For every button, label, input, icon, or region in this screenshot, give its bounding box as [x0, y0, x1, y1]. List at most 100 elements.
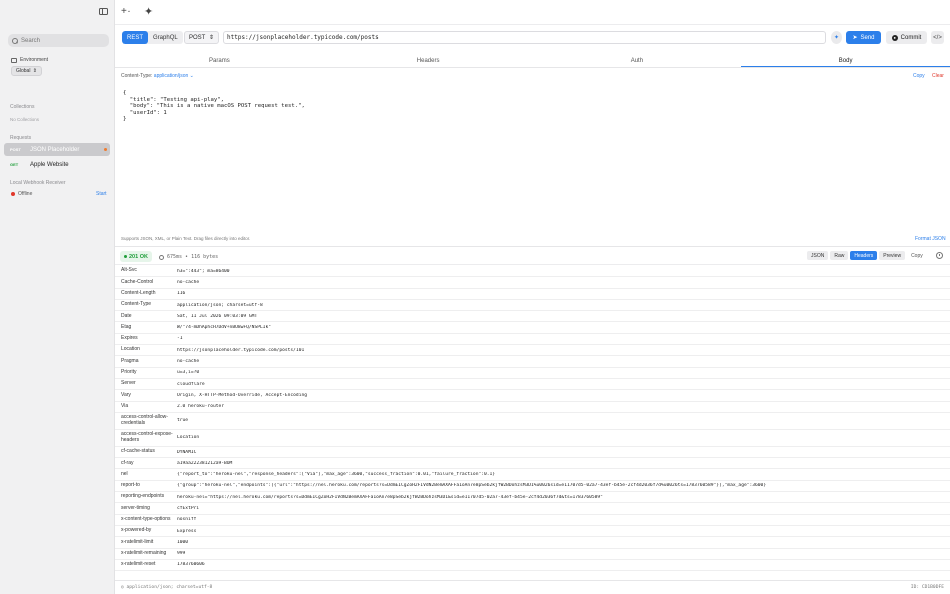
table-row[interactable]: x-ratelimit-limit 1000 — [115, 537, 950, 549]
environment-label: Environment — [11, 57, 48, 63]
header-value: 116 — [177, 291, 186, 297]
sidebar-item-apple-website[interactable]: GET Apple Website — [4, 158, 110, 171]
mode-graphql-button[interactable]: GraphQL — [148, 31, 183, 44]
header-key: Location — [121, 346, 140, 353]
commit-button[interactable]: ● Commit — [886, 31, 927, 44]
table-row[interactable]: x-ratelimit-remaining 999 — [115, 549, 950, 560]
environment-select[interactable]: Global ⇕ — [11, 66, 42, 76]
header-value: u=3,i=?0 — [177, 370, 200, 376]
table-row[interactable]: Pragma no-cache — [115, 356, 950, 368]
updown-chevron-icon: ⇕ — [208, 35, 214, 41]
clear-body-button[interactable]: Clear — [932, 73, 944, 79]
table-row[interactable]: cf-ray a19aa222381212a9-BOM — [115, 458, 950, 470]
table-row[interactable]: reporting-endpoints heroku-nel="https://n… — [115, 492, 950, 504]
header-key: Expires — [121, 335, 138, 342]
webhook-start-button[interactable]: Start — [96, 191, 107, 197]
header-value: {"group":"heroku-nel","endpoints":[{"url… — [177, 483, 767, 489]
table-row[interactable]: Via 2.0 heroku-router — [115, 402, 950, 413]
send-button[interactable]: ➤ Send — [846, 31, 881, 44]
header-value: application/json; charset=utf-8 — [177, 302, 263, 308]
header-key: Etag — [121, 323, 132, 330]
table-row[interactable]: nel {"report_to":"heroku-nel","response_h… — [115, 469, 950, 481]
copy-body-button[interactable]: Copy — [913, 73, 925, 79]
sparkle-icon[interactable]: ✦ — [144, 5, 153, 18]
table-row[interactable]: x-powered-by Express — [115, 526, 950, 538]
header-key: cf-cache-status — [121, 448, 155, 455]
body-editor[interactable]: { "title": "Testing api-play", "body": "… — [123, 90, 305, 123]
search-input[interactable]: Search — [8, 34, 109, 47]
header-key: Cache-Control — [121, 278, 154, 285]
table-row[interactable]: access-control-allow-credentials true — [115, 413, 950, 430]
view-json-button[interactable]: JSON — [807, 251, 829, 260]
status-footer: ◎ application/json; charset=utf-8 ID: CD… — [115, 580, 950, 594]
clock-icon — [159, 254, 164, 260]
table-row[interactable]: x-ratelimit-reset 1783760606 — [115, 560, 950, 572]
header-value: cfExtPri — [177, 505, 200, 511]
table-row[interactable]: access-control-expose-headers Location — [115, 430, 950, 447]
environment-icon — [11, 57, 17, 63]
header-key: reporting-endpoints — [121, 493, 165, 500]
header-value: -1 — [177, 336, 183, 342]
sidebar-toggle-icon[interactable] — [99, 8, 108, 15]
header-key: access-control-expose-headers — [121, 431, 173, 443]
header-key: Priority — [121, 369, 137, 376]
header-value: cloudflare — [177, 381, 205, 387]
table-row[interactable]: Vary Origin, X-HTTP-Method-Override, Acce… — [115, 390, 950, 402]
header-key: access-control-allow-credentials — [121, 414, 168, 426]
table-row[interactable]: Server cloudflare — [115, 379, 950, 391]
modified-dot-icon — [104, 148, 107, 151]
header-value: DYNAMIC — [177, 449, 197, 455]
table-row[interactable]: Expires -1 — [115, 334, 950, 346]
request-name: JSON Placeholder — [30, 146, 80, 153]
table-row[interactable]: Etag W/"74-mDhAphcH7DdV+nBU8wFQ/NSPLIk" — [115, 322, 950, 334]
view-raw-button[interactable]: Raw — [830, 251, 849, 260]
table-row[interactable]: x-content-type-options nosniff — [115, 515, 950, 526]
table-row[interactable]: Content-Type application/json; charset=ut… — [115, 300, 950, 312]
method-select[interactable]: POST ⇕ — [184, 31, 219, 44]
view-headers-button[interactable]: Headers — [850, 251, 878, 260]
table-row[interactable]: Priority u=3,i=?0 — [115, 368, 950, 379]
copy-response-button[interactable]: Copy — [907, 251, 927, 260]
table-row[interactable]: cf-cache-status DYNAMIC — [115, 447, 950, 459]
chevron-down-icon: ⌄ — [126, 8, 132, 14]
table-row[interactable]: server-timing cfExtPri — [115, 503, 950, 515]
header-value: Location — [177, 435, 200, 441]
header-key: x-ratelimit-remaining — [121, 549, 167, 556]
requests-title: Requests — [10, 135, 32, 141]
header-value: a19aa222381212a9-BOM — [177, 460, 233, 466]
sidebar-item-json-placeholder[interactable]: POST JSON Placeholder — [4, 143, 110, 156]
header-value: 999 — [177, 551, 186, 557]
table-row[interactable]: Date Sat, 11 Jul 2026 09:03:09 GMT — [115, 311, 950, 323]
search-placeholder: Search — [21, 37, 41, 44]
table-row[interactable]: Content-Length 116 — [115, 289, 950, 300]
table-row[interactable]: report-to {"group":"heroku-nel","endpoint… — [115, 481, 950, 493]
table-row[interactable]: Alt-Svc h3=":443"; ma=86400 — [115, 266, 950, 278]
table-row[interactable]: Location https://jsonplaceholder.typicode… — [115, 345, 950, 357]
tab-params[interactable]: Params — [115, 55, 324, 67]
search-icon — [12, 37, 18, 44]
tab-headers[interactable]: Headers — [324, 55, 533, 67]
collections-title: Collections — [10, 104, 35, 110]
request-name: Apple Website — [30, 161, 69, 168]
view-preview-button[interactable]: Preview — [879, 251, 906, 260]
mode-rest-button[interactable]: REST — [122, 31, 149, 44]
paper-plane-icon: ➤ — [852, 35, 858, 41]
format-json-button[interactable]: Format JSON — [915, 236, 946, 242]
tab-body[interactable]: Body — [741, 55, 950, 67]
response-view-toggle: JSON Raw Headers Preview Copy — [807, 251, 927, 260]
header-key: Vary — [121, 391, 131, 398]
new-tab-button[interactable]: +⌄ — [121, 6, 131, 17]
content-type-select[interactable]: application/json ⌄ — [154, 73, 194, 79]
sidebar: Search Environment Global ⇕ Collections … — [0, 0, 115, 594]
url-input[interactable]: https://jsonplaceholder.typicode.com/pos… — [223, 31, 826, 44]
ai-assist-icon[interactable]: ✦ — [831, 31, 842, 44]
tab-auth[interactable]: Auth — [533, 55, 742, 67]
history-icon[interactable] — [936, 252, 943, 259]
code-icon[interactable]: </> — [931, 31, 944, 44]
editor-hint: Supports JSON, XML, or Plain Text. Drag … — [121, 236, 251, 241]
header-value: https://jsonplaceholder.typicode.com/pos… — [177, 347, 305, 353]
header-value: nosniff — [177, 517, 197, 523]
header-value: 1783760606 — [177, 562, 205, 568]
header-key: cf-ray — [121, 459, 134, 466]
table-row[interactable]: Cache-Control no-cache — [115, 277, 950, 289]
